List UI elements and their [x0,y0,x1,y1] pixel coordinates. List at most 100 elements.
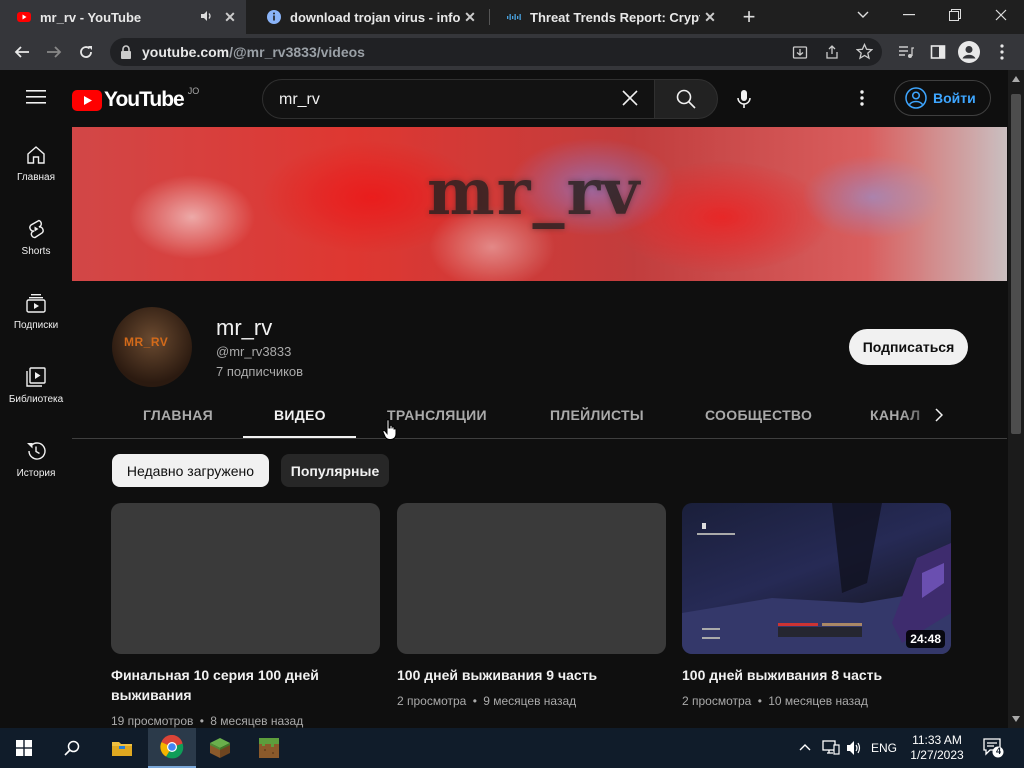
url-host: youtube.com [142,44,230,60]
video-thumbnail[interactable]: 24:48 [682,503,951,654]
side-panel-button[interactable] [926,40,950,64]
folder-icon [112,742,132,756]
system-clock[interactable]: 11:33 AM 1/27/2023 [906,733,968,763]
more-vertical-icon [1000,44,1004,60]
tab-home[interactable]: ГЛАВНАЯ [143,407,213,423]
settings-menu-button[interactable] [860,90,870,110]
chrome-taskbar-button[interactable] [148,728,196,768]
video-meta: 19 просмотров • 8 месяцев назад [111,714,303,728]
close-tab-icon[interactable]: ✕ [460,9,480,26]
scrollbar-thumb[interactable] [1011,94,1021,434]
input-language[interactable]: ENG [871,741,897,755]
url-text: youtube.com/@mr_rv3833/videos [142,44,365,60]
file-explorer-taskbar-button[interactable] [98,728,146,768]
video-thumbnail[interactable] [111,503,380,654]
search-icon [676,89,696,109]
subscribe-button[interactable]: Подписаться [849,329,968,365]
hamburger-icon [26,90,46,104]
voice-search-button[interactable] [724,79,764,119]
close-tab-icon[interactable]: ✕ [220,9,240,26]
video-views: 2 просмотра [682,694,752,708]
reload-button[interactable] [74,40,98,64]
browser-tab-threat-report[interactable]: Threat Trends Report: Crypto ✕ [490,0,726,34]
sidebar-item-shorts[interactable]: Shorts [0,202,72,276]
cisco-icon [507,14,521,20]
search-icon [64,740,80,756]
taskbar-search-button[interactable] [48,728,96,768]
search-input[interactable]: mr_rv [262,79,655,119]
profile-avatar-icon [958,41,980,63]
active-tab-indicator [243,436,356,438]
sign-in-button[interactable]: Войти [894,80,991,116]
restore-button[interactable] [932,0,978,30]
back-button[interactable] [10,40,34,64]
bookmark-star-icon[interactable] [856,43,873,60]
chip-popular[interactable]: Популярные [281,454,389,487]
tab-search-button[interactable] [840,0,886,30]
video-title[interactable]: 100 дней выживания 9 часть [397,665,662,685]
guide-menu-button[interactable] [26,89,46,109]
tab-community[interactable]: СООБЩЕСТВО [705,407,812,423]
tabs-scroll-right-button[interactable] [928,404,950,426]
clear-search-button[interactable] [621,89,643,111]
tab-live[interactable]: ТРАНСЛЯЦИИ [387,407,487,423]
close-window-button[interactable] [978,0,1024,30]
video-views: 19 просмотров [111,714,194,728]
video-meta: 2 просмотра • 10 месяцев назад [682,694,868,708]
channel-handle: @mr_rv3833 [216,344,292,359]
media-control-button[interactable] [894,40,918,64]
channel-banner: mr_rv [72,127,1007,281]
network-icon[interactable] [822,740,840,756]
install-app-icon[interactable] [792,44,808,60]
tray-overflow-chevron-icon[interactable] [799,743,811,751]
page-scrollbar[interactable] [1008,70,1024,728]
chip-recently-uploaded[interactable]: Недавно загружено [112,454,269,487]
tab-title: mr_rv - YouTube [40,9,142,25]
meta-separator: • [757,694,762,708]
browser-menu-button[interactable] [990,40,1014,64]
search-button[interactable] [654,79,718,119]
browser-tab-youtube[interactable]: mr_rv - YouTube ✕ [0,0,246,34]
new-tab-button[interactable]: + [736,4,762,30]
address-bar[interactable]: youtube.com/@mr_rv3833/videos [110,38,882,66]
minimize-button[interactable] [886,0,932,30]
sidebar-item-label: Подписки [13,320,59,331]
sidebar-item-home[interactable]: Главная [0,128,72,202]
browser-tab-download[interactable]: download trojan virus - info.c ✕ [250,0,486,34]
subscriber-count: 7 подписчиков [216,364,304,379]
channel-tabs: ГЛАВНАЯ ВИДЕО ТРАНСЛЯЦИИ ПЛЕЙЛИСТЫ СООБЩ… [72,392,1007,439]
sidebar-item-label: Главная [16,172,56,183]
profile-button[interactable] [957,40,981,64]
minecraft-launcher-taskbar-button[interactable] [196,728,244,768]
scroll-up-arrow-icon[interactable] [1012,76,1020,82]
minimize-icon [903,14,915,16]
account-circle-icon [905,87,927,109]
home-icon [27,146,45,164]
mouse-cursor-hand-icon [382,419,397,440]
scroll-down-arrow-icon[interactable] [1012,716,1020,722]
minecraft-taskbar-button[interactable] [245,728,293,768]
tab-playlists[interactable]: ПЛЕЙЛИСТЫ [550,407,644,423]
forward-button[interactable] [42,40,66,64]
youtube-logo[interactable]: YouTube JO [72,86,200,112]
tab-audio-icon[interactable] [200,9,220,26]
notification-count: 4 [995,746,1001,756]
browser-toolbar: youtube.com/@mr_rv3833/videos [0,34,1024,70]
video-title[interactable]: Финальная 10 серия 100 дней выживания [111,665,376,705]
start-button[interactable] [0,728,48,768]
share-icon[interactable] [824,44,840,60]
action-center-button[interactable]: 4 [982,736,1004,763]
video-title[interactable]: 100 дней выживания 8 часть [682,665,947,685]
sidebar-item-library[interactable]: Библиотека [0,350,72,424]
info-globe-icon [267,10,281,24]
region-code: JO [187,86,200,96]
close-tab-icon[interactable]: ✕ [700,9,720,26]
meta-separator: • [199,714,204,728]
meta-separator: • [472,694,477,708]
channel-avatar[interactable]: MR_RV [112,307,192,387]
sidebar-item-history[interactable]: История [0,424,72,498]
tab-videos[interactable]: ВИДЕО [274,407,326,423]
volume-icon[interactable] [846,740,862,756]
video-thumbnail[interactable] [397,503,666,654]
sidebar-item-subscriptions[interactable]: Подписки [0,276,72,350]
